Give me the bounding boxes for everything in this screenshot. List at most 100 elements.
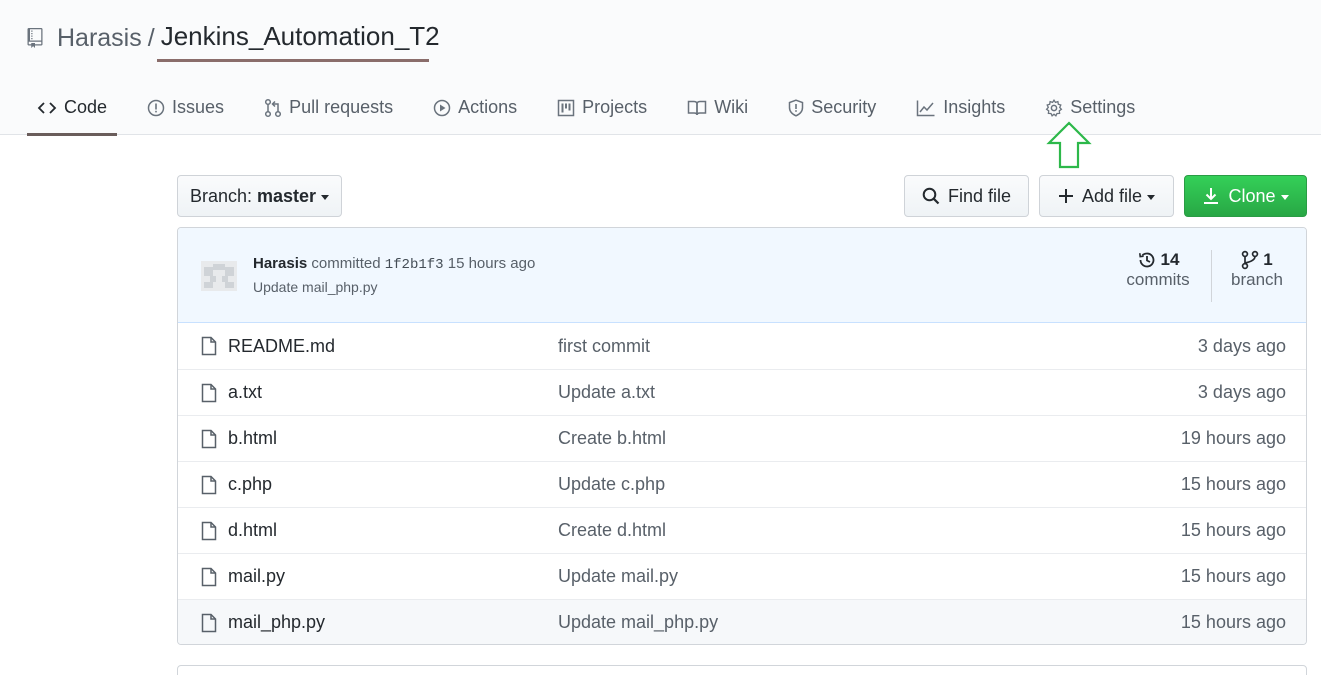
file-commit-message-link[interactable]: Create b.html — [558, 428, 666, 449]
download-icon — [1204, 188, 1219, 204]
tab-settings-label: Settings — [1070, 97, 1136, 117]
tab-issues[interactable]: Issues — [137, 80, 234, 135]
repo-title: Harasis / Jenkins_Automation_T2 — [27, 18, 440, 58]
caret-down-icon — [1280, 195, 1289, 200]
tab-security-label: Security — [811, 97, 877, 117]
file-age: 15 hours ago — [1180, 566, 1286, 586]
history-icon — [1138, 252, 1154, 268]
commits-count: 14 — [1160, 250, 1180, 269]
file-name-link[interactable]: c.php — [228, 474, 272, 495]
tab-pull-requests-label: Pull requests — [289, 97, 394, 117]
file-age: 3 days ago — [1197, 382, 1286, 402]
stat-divider — [1211, 250, 1212, 302]
caret-down-icon — [1147, 195, 1156, 200]
search-icon — [922, 187, 940, 205]
tab-pull-requests[interactable]: Pull requests — [254, 80, 403, 135]
tab-insights[interactable]: Insights — [906, 80, 1015, 135]
tab-wiki[interactable]: Wiki — [677, 80, 758, 135]
file-icon — [201, 475, 217, 495]
commits-count-link[interactable]: 14 commits — [1123, 250, 1193, 290]
find-file-label: Find file — [947, 185, 1012, 206]
file-commit-message-link[interactable]: first commit — [558, 336, 650, 357]
caret-down-icon — [321, 195, 330, 200]
table-row[interactable]: mail.py Update mail.py 15 hours ago — [178, 553, 1306, 599]
clone-label: Clone — [1228, 185, 1276, 206]
tab-code-label: Code — [64, 97, 108, 117]
commit-author-link[interactable]: Harasis — [253, 255, 307, 272]
tab-projects[interactable]: Projects — [547, 80, 657, 135]
tab-wiki-label: Wiki — [714, 97, 749, 117]
file-age: 15 hours ago — [1180, 520, 1286, 540]
table-row[interactable]: d.html Create d.html 15 hours ago — [178, 507, 1306, 553]
plus-icon — [1058, 189, 1073, 203]
avatar[interactable] — [201, 261, 237, 291]
commit-sha-link[interactable]: 1f2b1f3 — [385, 257, 444, 273]
clone-button[interactable]: Clone — [1184, 175, 1307, 217]
issue-icon — [147, 99, 165, 116]
file-name-link[interactable]: b.html — [228, 428, 277, 449]
file-commit-message-link[interactable]: Update a.txt — [558, 382, 655, 403]
commit-time: 15 hours ago — [447, 255, 536, 272]
file-age: 15 hours ago — [1180, 474, 1286, 494]
file-commit-message-link[interactable]: Update mail.py — [558, 566, 678, 587]
graph-icon — [916, 100, 935, 116]
table-row[interactable]: mail_php.py Update mail_php.py 15 hours … — [178, 599, 1306, 644]
table-row[interactable]: a.txt Update a.txt 3 days ago — [178, 369, 1306, 415]
book-icon — [687, 100, 707, 115]
code-icon — [37, 101, 57, 114]
table-row[interactable]: b.html Create b.html 19 hours ago — [178, 415, 1306, 461]
file-icon — [201, 567, 217, 587]
tab-code[interactable]: Code — [27, 80, 118, 136]
tab-security[interactable]: Security — [778, 80, 886, 135]
branch-count: 1 — [1263, 250, 1273, 269]
file-name-link[interactable]: a.txt — [228, 382, 262, 403]
branch-name: master — [257, 185, 317, 206]
file-list: README.md first commit 3 days ago a.txt … — [178, 323, 1306, 644]
table-row[interactable]: c.php Update c.php 15 hours ago — [178, 461, 1306, 507]
tab-actions[interactable]: Actions — [423, 80, 527, 135]
repo-nav-tabs: Code Issues Pull requests Actions Projec… — [27, 80, 1165, 136]
add-file-button[interactable]: Add file — [1039, 175, 1174, 217]
repo-header: Harasis / Jenkins_Automation_T2 Code Iss… — [0, 0, 1321, 136]
commits-label: commits — [1126, 270, 1190, 289]
project-icon — [557, 99, 575, 116]
file-icon — [201, 429, 217, 449]
branch-label: branch — [1231, 270, 1283, 289]
pull-request-icon — [265, 98, 282, 117]
file-icon — [201, 336, 217, 356]
file-icon — [201, 521, 217, 541]
find-file-button[interactable]: Find file — [904, 175, 1029, 217]
branch-prefix: Branch: — [189, 185, 252, 206]
shield-icon — [788, 98, 804, 117]
repo-owner-link[interactable]: Harasis — [57, 24, 142, 53]
add-file-label: Add file — [1081, 185, 1143, 206]
file-name-link[interactable]: README.md — [228, 336, 335, 357]
commit-verb: committed — [311, 255, 381, 272]
commit-summary: Harasis committed 1f2b1f3 15 hours ago — [253, 255, 535, 273]
repo-separator: / — [147, 23, 155, 52]
tab-projects-label: Projects — [582, 97, 648, 117]
repo-name-link[interactable]: Jenkins_Automation_T2 — [161, 21, 440, 56]
repo-icon — [27, 26, 47, 50]
table-row[interactable]: README.md first commit 3 days ago — [178, 323, 1306, 369]
file-table: Harasis committed 1f2b1f3 15 hours ago U… — [177, 227, 1307, 645]
file-commit-message-link[interactable]: Create d.html — [558, 520, 666, 541]
latest-commit-bar: Harasis committed 1f2b1f3 15 hours ago U… — [178, 228, 1306, 323]
file-icon — [201, 383, 217, 403]
branch-select-button[interactable]: Branch: master — [177, 175, 342, 217]
commit-message-link[interactable]: Update mail_php.py — [253, 279, 378, 295]
repo-name-underline — [157, 59, 429, 62]
tab-actions-label: Actions — [458, 97, 518, 117]
tab-issues-label: Issues — [172, 97, 225, 117]
file-age: 15 hours ago — [1180, 612, 1286, 632]
gear-icon — [1045, 98, 1063, 117]
readme-box — [177, 665, 1307, 675]
file-commit-message-link[interactable]: Update c.php — [558, 474, 665, 495]
file-name-link[interactable]: d.html — [228, 520, 277, 541]
file-icon — [201, 613, 217, 633]
file-name-link[interactable]: mail.py — [228, 566, 285, 587]
branch-count-link[interactable]: 1 branch — [1221, 250, 1293, 290]
file-name-link[interactable]: mail_php.py — [228, 612, 325, 633]
git-branch-icon — [1242, 250, 1259, 270]
file-commit-message-link[interactable]: Update mail_php.py — [558, 612, 718, 633]
